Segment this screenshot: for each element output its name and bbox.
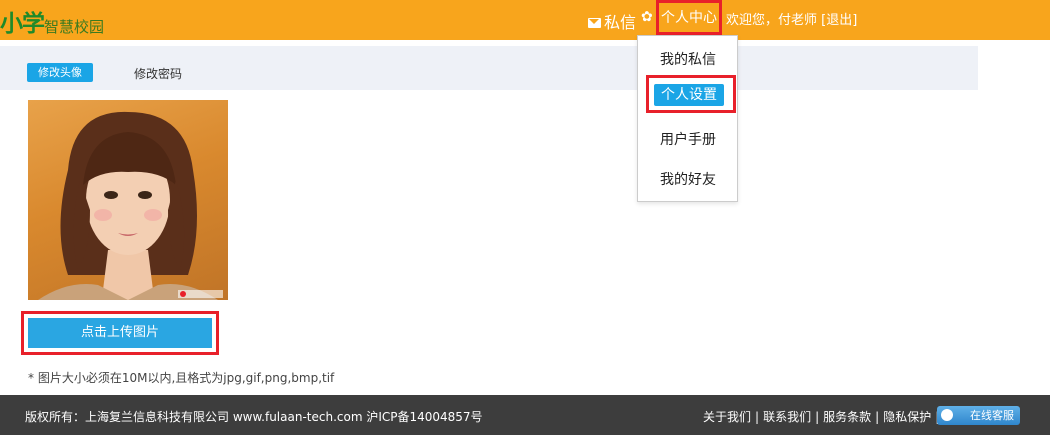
footer-link-privacy[interactable]: 隐私保护 — [883, 410, 931, 424]
dropdown-highlight: 个人设置 — [646, 75, 736, 113]
personal-center-menu[interactable]: 个人中心 — [656, 0, 722, 35]
online-service-label: 在线客服 — [970, 409, 1014, 422]
messages-label: 私信 — [604, 13, 637, 32]
tab-change-password[interactable]: 修改密码 — [134, 65, 182, 82]
online-service-button[interactable]: 在线客服 — [937, 406, 1020, 425]
separator: | — [755, 410, 760, 424]
copyright-text: 版权所有：上海复兰信息科技有限公司 www.fulaan-tech.com 沪I… — [25, 410, 483, 424]
separator: | — [875, 410, 880, 424]
service-icon — [941, 409, 953, 421]
logout-link[interactable]: [退出] — [821, 13, 857, 28]
logo-main-text: 小学 — [0, 11, 45, 37]
envelope-icon — [588, 18, 601, 28]
separator: | — [815, 410, 820, 424]
top-bar: 小学智慧校园 私信 ✿ 个人中心 欢迎您，付老师 [退出] — [0, 0, 1050, 40]
personal-center-label: 个人中心 — [661, 10, 717, 26]
personal-center-dropdown: 我的私信 个人设置 用户手册 我的好友 — [637, 35, 738, 202]
footer-link-terms[interactable]: 服务条款 — [823, 410, 871, 424]
messages-link[interactable]: 私信 — [588, 9, 636, 33]
tab-bar: 修改头像 修改密码 — [0, 46, 978, 90]
upload-image-button[interactable]: 点击上传图片 — [28, 318, 212, 348]
logo-sub-text: 智慧校园 — [44, 18, 105, 36]
upload-hint: * 图片大小必须在10M以内,且格式为jpg,gif,png,bmp,tif — [28, 371, 335, 385]
logo[interactable]: 小学智慧校园 — [0, 4, 105, 37]
avatar-portrait — [38, 111, 223, 300]
footer-link-about[interactable]: 关于我们 — [703, 410, 751, 424]
gear-icon[interactable]: ✿ — [641, 9, 653, 25]
welcome-area: 欢迎您，付老师 [退出] — [726, 9, 857, 28]
avatar-image — [28, 100, 228, 300]
upload-highlight: 点击上传图片 — [21, 311, 219, 355]
tab-change-avatar[interactable]: 修改头像 — [27, 63, 93, 82]
dropdown-item-settings[interactable]: 个人设置 — [654, 84, 724, 106]
footer-link-contact[interactable]: 联系我们 — [763, 410, 811, 424]
dropdown-item-manual[interactable]: 用户手册 — [638, 129, 738, 149]
dropdown-item-messages[interactable]: 我的私信 — [638, 49, 738, 69]
welcome-text: 欢迎您，付老师 — [726, 13, 818, 28]
dropdown-item-friends[interactable]: 我的好友 — [638, 169, 738, 189]
footer-links: 关于我们|联系我们|服务条款|隐私保护| — [703, 408, 943, 425]
footer: 版权所有：上海复兰信息科技有限公司 www.fulaan-tech.com 沪I… — [0, 395, 1050, 435]
